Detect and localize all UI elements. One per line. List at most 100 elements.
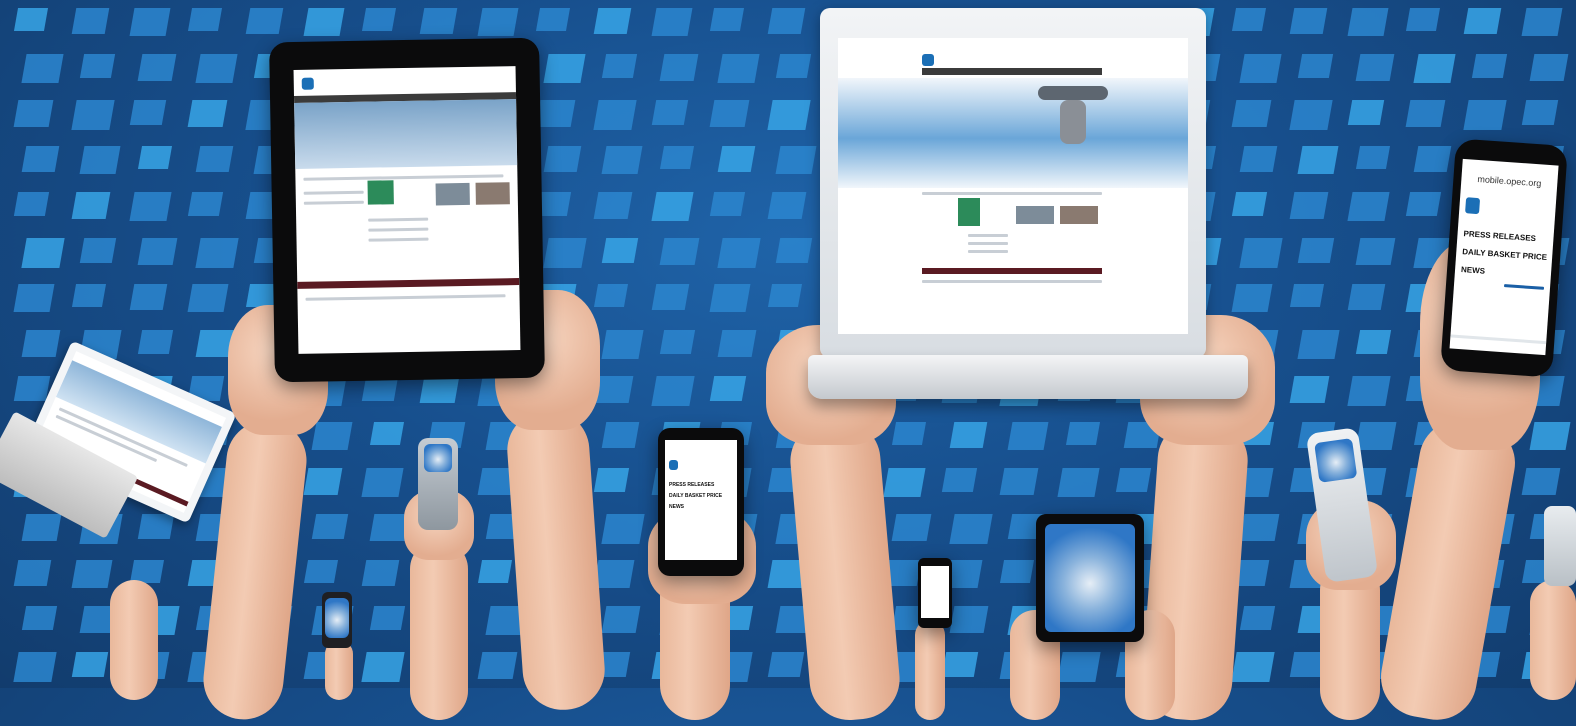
background-tile	[419, 376, 460, 403]
background-tile	[1297, 146, 1339, 174]
arm-far-right	[1530, 580, 1576, 700]
phone-edge-right	[1544, 506, 1576, 586]
laptop-base	[808, 355, 1248, 399]
background-tile	[709, 100, 750, 127]
background-tile	[361, 468, 404, 497]
background-tile	[717, 54, 760, 83]
tablet-large	[269, 37, 545, 383]
background-tile	[601, 54, 638, 78]
flip-phone-left	[418, 438, 458, 530]
background-tile	[1529, 422, 1571, 450]
background-tile	[1355, 238, 1396, 265]
background-tile	[13, 376, 51, 401]
laptop-large	[820, 8, 1206, 358]
background-tile	[1521, 100, 1559, 125]
menu-item-daily-basket-price[interactable]: DAILY BASKET PRICE	[1462, 247, 1547, 262]
background-tile	[187, 100, 228, 127]
background-tile	[593, 468, 630, 492]
background-tile	[1405, 100, 1446, 127]
arm-tiny-phone	[915, 620, 945, 720]
background-tile	[651, 192, 694, 221]
background-tile	[361, 8, 397, 31]
background-tile	[1347, 284, 1386, 310]
background-tile	[941, 652, 979, 677]
background-tile	[891, 422, 927, 445]
background-tile	[361, 560, 400, 586]
background-tile	[1289, 8, 1328, 34]
background-tile	[1115, 468, 1152, 492]
laptop-screen	[838, 38, 1188, 334]
background-tile	[949, 422, 988, 448]
background-tile	[1289, 284, 1325, 307]
background-tile	[651, 8, 693, 36]
background-tile	[311, 422, 353, 450]
menu-item-press-releases[interactable]: PRESS RELEASES	[669, 482, 714, 488]
background-tile	[883, 468, 926, 497]
background-tile	[593, 192, 633, 219]
phone-tiny-screen	[921, 566, 949, 618]
background-tile	[195, 54, 238, 83]
background-tile	[775, 54, 812, 78]
background-tile	[13, 284, 55, 312]
background-tile	[601, 238, 639, 263]
phone-bottom-left	[322, 592, 352, 648]
background-tile	[1297, 330, 1340, 359]
background-tile	[311, 514, 349, 539]
background-tile	[1347, 192, 1390, 221]
background-tile	[1289, 192, 1329, 219]
background-tile	[79, 146, 121, 174]
background-tile	[535, 8, 571, 31]
background-tile	[1347, 376, 1391, 406]
site-logo-icon	[301, 77, 314, 90]
background-tile	[303, 468, 343, 495]
background-tile	[79, 238, 117, 263]
background-tile	[775, 238, 813, 263]
background-tile	[1413, 54, 1456, 83]
background-tile	[187, 8, 223, 31]
background-tile	[369, 606, 406, 630]
background-tile	[187, 284, 229, 312]
background-tile	[543, 146, 582, 172]
menu-item-news[interactable]: NEWS	[1461, 265, 1486, 276]
photo-scene: mobile.opec.org PRESS RELEASES DAILY BAS…	[0, 0, 1576, 726]
background-tile	[195, 238, 239, 268]
background-tile	[709, 8, 745, 31]
background-tile	[1057, 468, 1100, 497]
background-tile	[1239, 514, 1280, 541]
background-tile	[137, 238, 178, 265]
background-tile	[891, 514, 932, 541]
background-tile	[651, 376, 695, 406]
background-tile	[1529, 54, 1569, 81]
background-tile	[1355, 146, 1391, 169]
background-tile	[1297, 238, 1335, 263]
background-tile	[1065, 422, 1101, 445]
background-tile	[1239, 606, 1276, 630]
arm-flip-phone-left	[410, 540, 468, 720]
menu-item-press-releases[interactable]: PRESS RELEASES	[1463, 229, 1536, 243]
background-tile	[651, 100, 689, 125]
background-tile	[593, 100, 637, 130]
background-tile	[709, 192, 746, 216]
background-tile	[1007, 422, 1049, 450]
background-tile	[1347, 8, 1389, 36]
background-tile	[1355, 422, 1397, 450]
menu-item-daily-basket-price[interactable]: DAILY BASKET PRICE	[669, 493, 722, 499]
background-tile	[767, 8, 806, 34]
phone-large-screen: mobile.opec.org PRESS RELEASES DAILY BAS…	[1449, 158, 1559, 356]
background-tile	[659, 330, 696, 354]
phone-large: mobile.opec.org PRESS RELEASES DAILY BAS…	[1440, 138, 1568, 378]
background-tile	[137, 330, 174, 354]
background-tile	[535, 100, 576, 127]
background-tile	[21, 606, 58, 630]
background-tile	[1521, 468, 1561, 495]
background-tile	[593, 284, 629, 307]
phone-small-screen: PRESS RELEASES DAILY BASKET PRICE NEWS	[665, 440, 737, 560]
background-tile	[477, 8, 519, 36]
background-tile	[709, 376, 747, 401]
background-tile	[999, 468, 1039, 495]
background-tile	[1463, 100, 1507, 130]
background-tile	[1405, 8, 1441, 31]
flip-phone-screen	[424, 444, 452, 472]
background-tile	[79, 54, 116, 78]
menu-item-news[interactable]: NEWS	[669, 504, 684, 510]
